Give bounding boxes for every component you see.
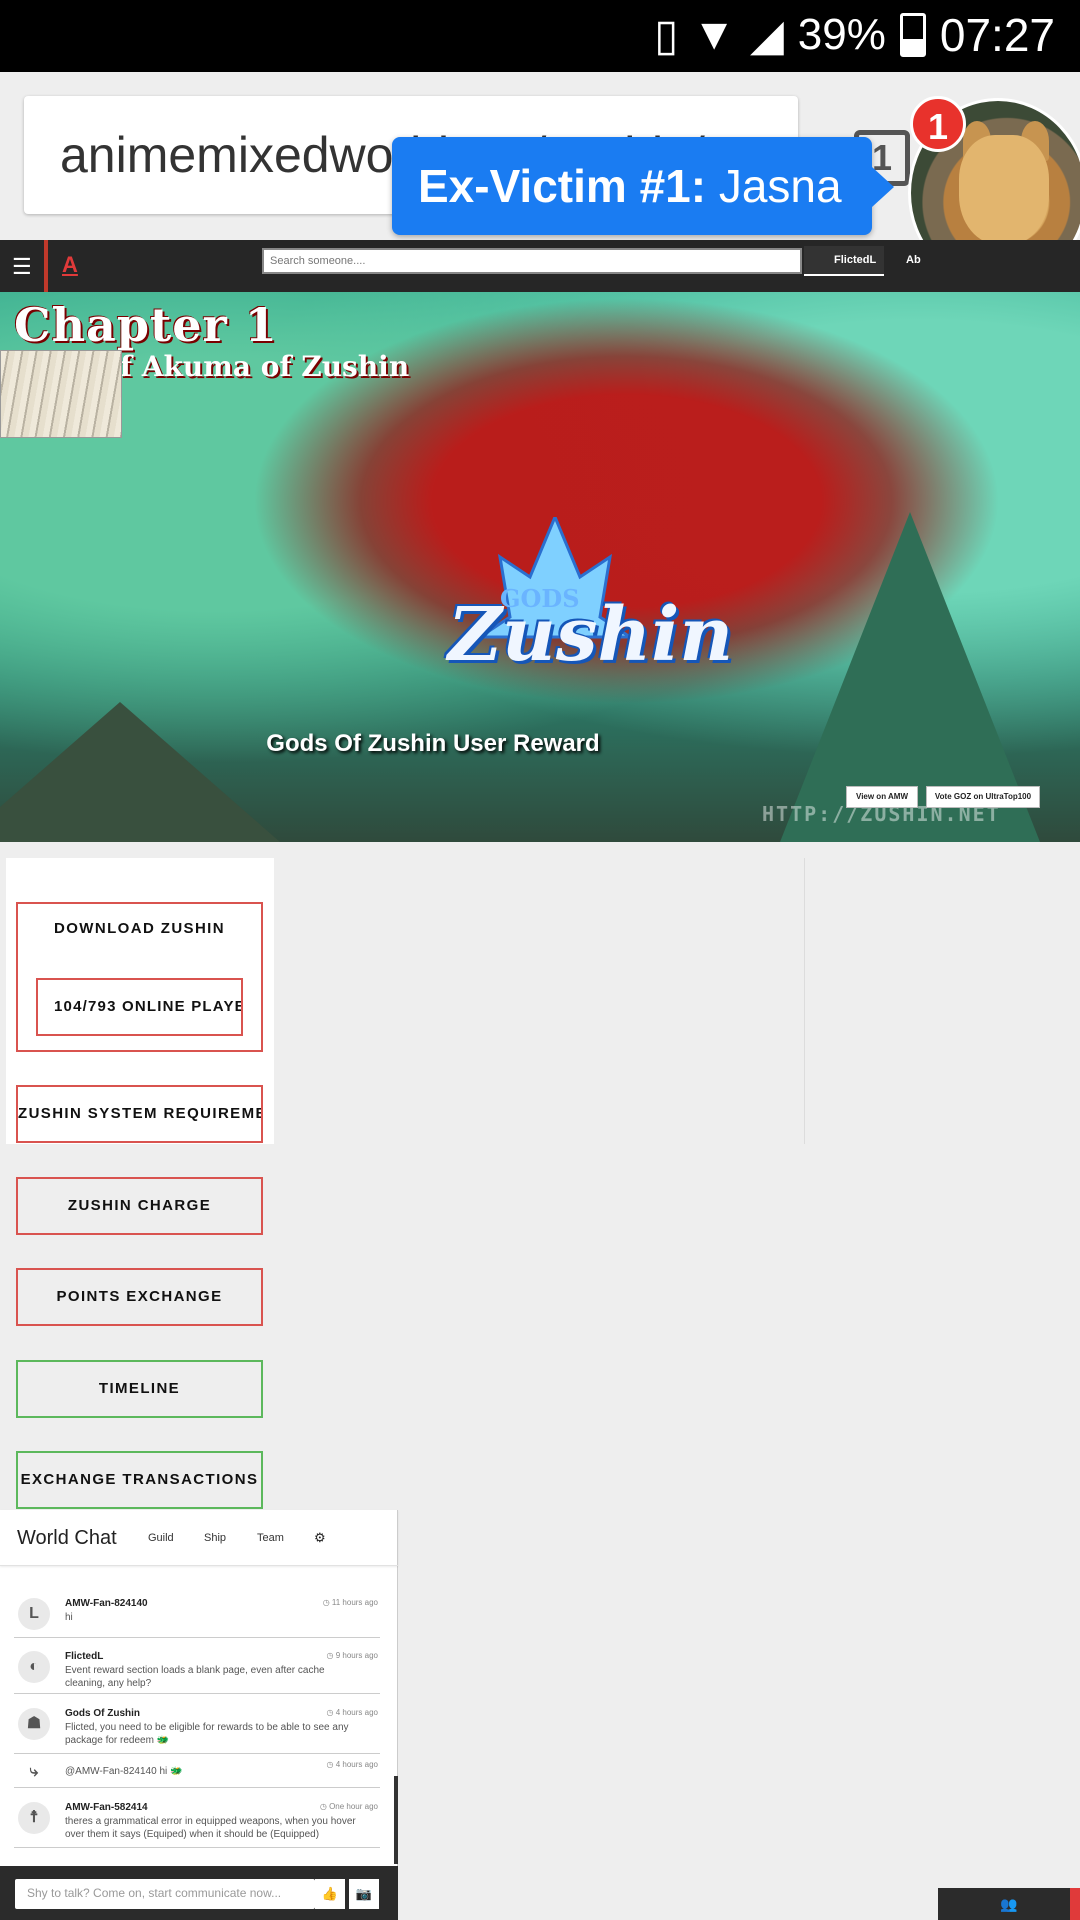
chat-input-bar: Shy to talk? Come on, start communicate … <box>0 1866 398 1920</box>
avatar[interactable]: ◐ <box>18 1651 50 1683</box>
emoji-icon: 🐲 <box>170 1766 183 1777</box>
view-on-amw-button[interactable]: View on AMW <box>846 786 918 808</box>
message-text: hi <box>65 1612 73 1623</box>
emoji-icon: 🐲 <box>156 1735 170 1746</box>
status-bar: ▯ ▼ ◢ 39% 07:27 <box>0 0 1080 72</box>
battery-icon <box>899 13 926 57</box>
message-time-text: One hour ago <box>329 1802 378 1811</box>
vibrate-icon: ▯ <box>654 10 679 60</box>
message-time: ◷ One hour ago <box>319 1802 378 1811</box>
online-users-icon[interactable]: 👥 <box>938 1888 1080 1920</box>
site-logo-icon[interactable]: A <box>62 252 78 278</box>
chat-tab-bar: World Chat Guild Ship Team ⚙ <box>0 1510 398 1566</box>
user-search-input[interactable]: Search someone.... <box>262 248 802 274</box>
overlay-label: Ex-Victim #1: Jasna <box>392 137 894 235</box>
message-author[interactable]: AMW-Fan-824140 <box>65 1598 148 1609</box>
overlay-label-prefix: Ex-Victim #1: <box>418 160 707 212</box>
chat-message: ☨ AMW-Fan-582414 ◷ One hour ago theres a… <box>14 1788 380 1848</box>
tab-team[interactable]: Team <box>257 1532 284 1544</box>
message-text: Event reward section loads a blank page,… <box>65 1665 325 1689</box>
content-divider <box>804 858 805 1144</box>
message-text: Flicted, you need to be eligible for rew… <box>65 1721 365 1747</box>
notification-badge: 1 <box>910 96 966 152</box>
banner-subtitle: f Akuma of Zushin <box>120 350 410 383</box>
avatar[interactable]: L <box>18 1598 50 1630</box>
menu-icon[interactable]: ☰ <box>12 254 32 280</box>
about-link[interactable]: Ab <box>906 254 921 266</box>
message-time-text: 11 hours ago <box>331 1598 378 1607</box>
message-time: ◷ 11 hours ago <box>322 1598 378 1607</box>
chat-settings-gear-icon[interactable]: ⚙ <box>314 1530 326 1546</box>
clock: 07:27 <box>939 9 1055 61</box>
message-author[interactable]: AMW-Fan-582414 <box>65 1802 148 1813</box>
reward-title: Gods Of Zushin User Reward <box>266 730 600 757</box>
online-players-button[interactable]: 104/793 ONLINE PLAYERS <box>36 978 243 1036</box>
chat-message: ⤷ ◷ 4 hours ago @AMW-Fan-824140 hi 🐲 <box>14 1754 380 1788</box>
tab-guild[interactable]: Guild <box>148 1532 174 1544</box>
system-requirements-button[interactable]: ZUSHIN SYSTEM REQUIREMENTS <box>16 1085 263 1143</box>
zushin-charge-button[interactable]: ZUSHIN CHARGE <box>16 1177 263 1235</box>
banner-thumbnail <box>0 350 122 438</box>
site-navbar: ☰ A Search someone.... FlictedL Ab <box>0 240 1080 292</box>
message-time-text: 9 hours ago <box>335 1651 378 1660</box>
avatar-face <box>959 135 1049 245</box>
message-text: theres a grammatical error in equipped w… <box>65 1816 356 1840</box>
game-logo-text: Zushin <box>448 592 734 678</box>
chat-message: ☗ Gods Of Zushin ◷ 4 hours ago Flicted, … <box>14 1694 380 1754</box>
download-button[interactable]: DOWNLOAD ZUSHIN <box>18 920 261 937</box>
signal-icon: ◢ <box>749 10 784 60</box>
chat-message-input[interactable]: Shy to talk? Come on, start communicate … <box>15 1879 315 1909</box>
message-time-text: 4 hours ago <box>335 1708 378 1717</box>
world-chat: World Chat Guild Ship Team ⚙ L AMW-Fan-8… <box>0 1510 398 1920</box>
message-author[interactable]: Gods Of Zushin <box>65 1708 140 1719</box>
nav-divider <box>44 240 48 292</box>
banner-chapter-title: Chapter 1 <box>14 298 278 352</box>
chat-scrollbar[interactable] <box>394 1776 398 1864</box>
event-banner: Chapter 1 f Akuma of Zushin GODS Zushin … <box>0 292 1080 842</box>
message-time: ◷ 9 hours ago <box>326 1651 378 1660</box>
battery-percent: 39% <box>797 10 886 59</box>
wifi-icon: ▼ <box>692 10 736 59</box>
avatar[interactable]: ☗ <box>18 1708 50 1740</box>
message-text-body: Flicted, you need to be eligible for rew… <box>65 1722 349 1746</box>
tab-ship[interactable]: Ship <box>204 1532 226 1544</box>
avatar[interactable]: ⤷ <box>18 1756 50 1788</box>
banner-rock <box>0 702 280 842</box>
download-box: DOWNLOAD ZUSHIN 104/793 ONLINE PLAYERS <box>16 902 263 1052</box>
message-text-body: @AMW-Fan-824140 hi <box>65 1766 168 1777</box>
vote-button[interactable]: Vote GOZ on UltraTop100 <box>926 786 1040 808</box>
camera-icon[interactable]: 📷 <box>349 1879 379 1909</box>
message-time: ◷ 4 hours ago <box>326 1708 378 1717</box>
overlay-label-name: Jasna <box>718 160 842 212</box>
chat-message: L AMW-Fan-824140 ◷ 11 hours ago hi <box>14 1584 380 1638</box>
avatar[interactable]: ☨ <box>18 1802 50 1834</box>
timeline-button[interactable]: TIMELINE <box>16 1360 263 1418</box>
points-exchange-button[interactable]: POINTS EXCHANGE <box>16 1268 263 1326</box>
thumbs-up-icon[interactable]: 👍 <box>315 1879 345 1909</box>
message-text: @AMW-Fan-824140 hi 🐲 <box>65 1765 365 1778</box>
message-author[interactable]: FlictedL <box>65 1651 103 1662</box>
chat-message: ◐ FlictedL ◷ 9 hours ago Event reward se… <box>14 1638 380 1694</box>
exchange-transactions-button[interactable]: EXCHANGE TRANSACTIONS <box>16 1451 263 1509</box>
tab-world-chat[interactable]: World Chat <box>17 1527 117 1550</box>
user-menu[interactable]: FlictedL <box>804 246 884 276</box>
